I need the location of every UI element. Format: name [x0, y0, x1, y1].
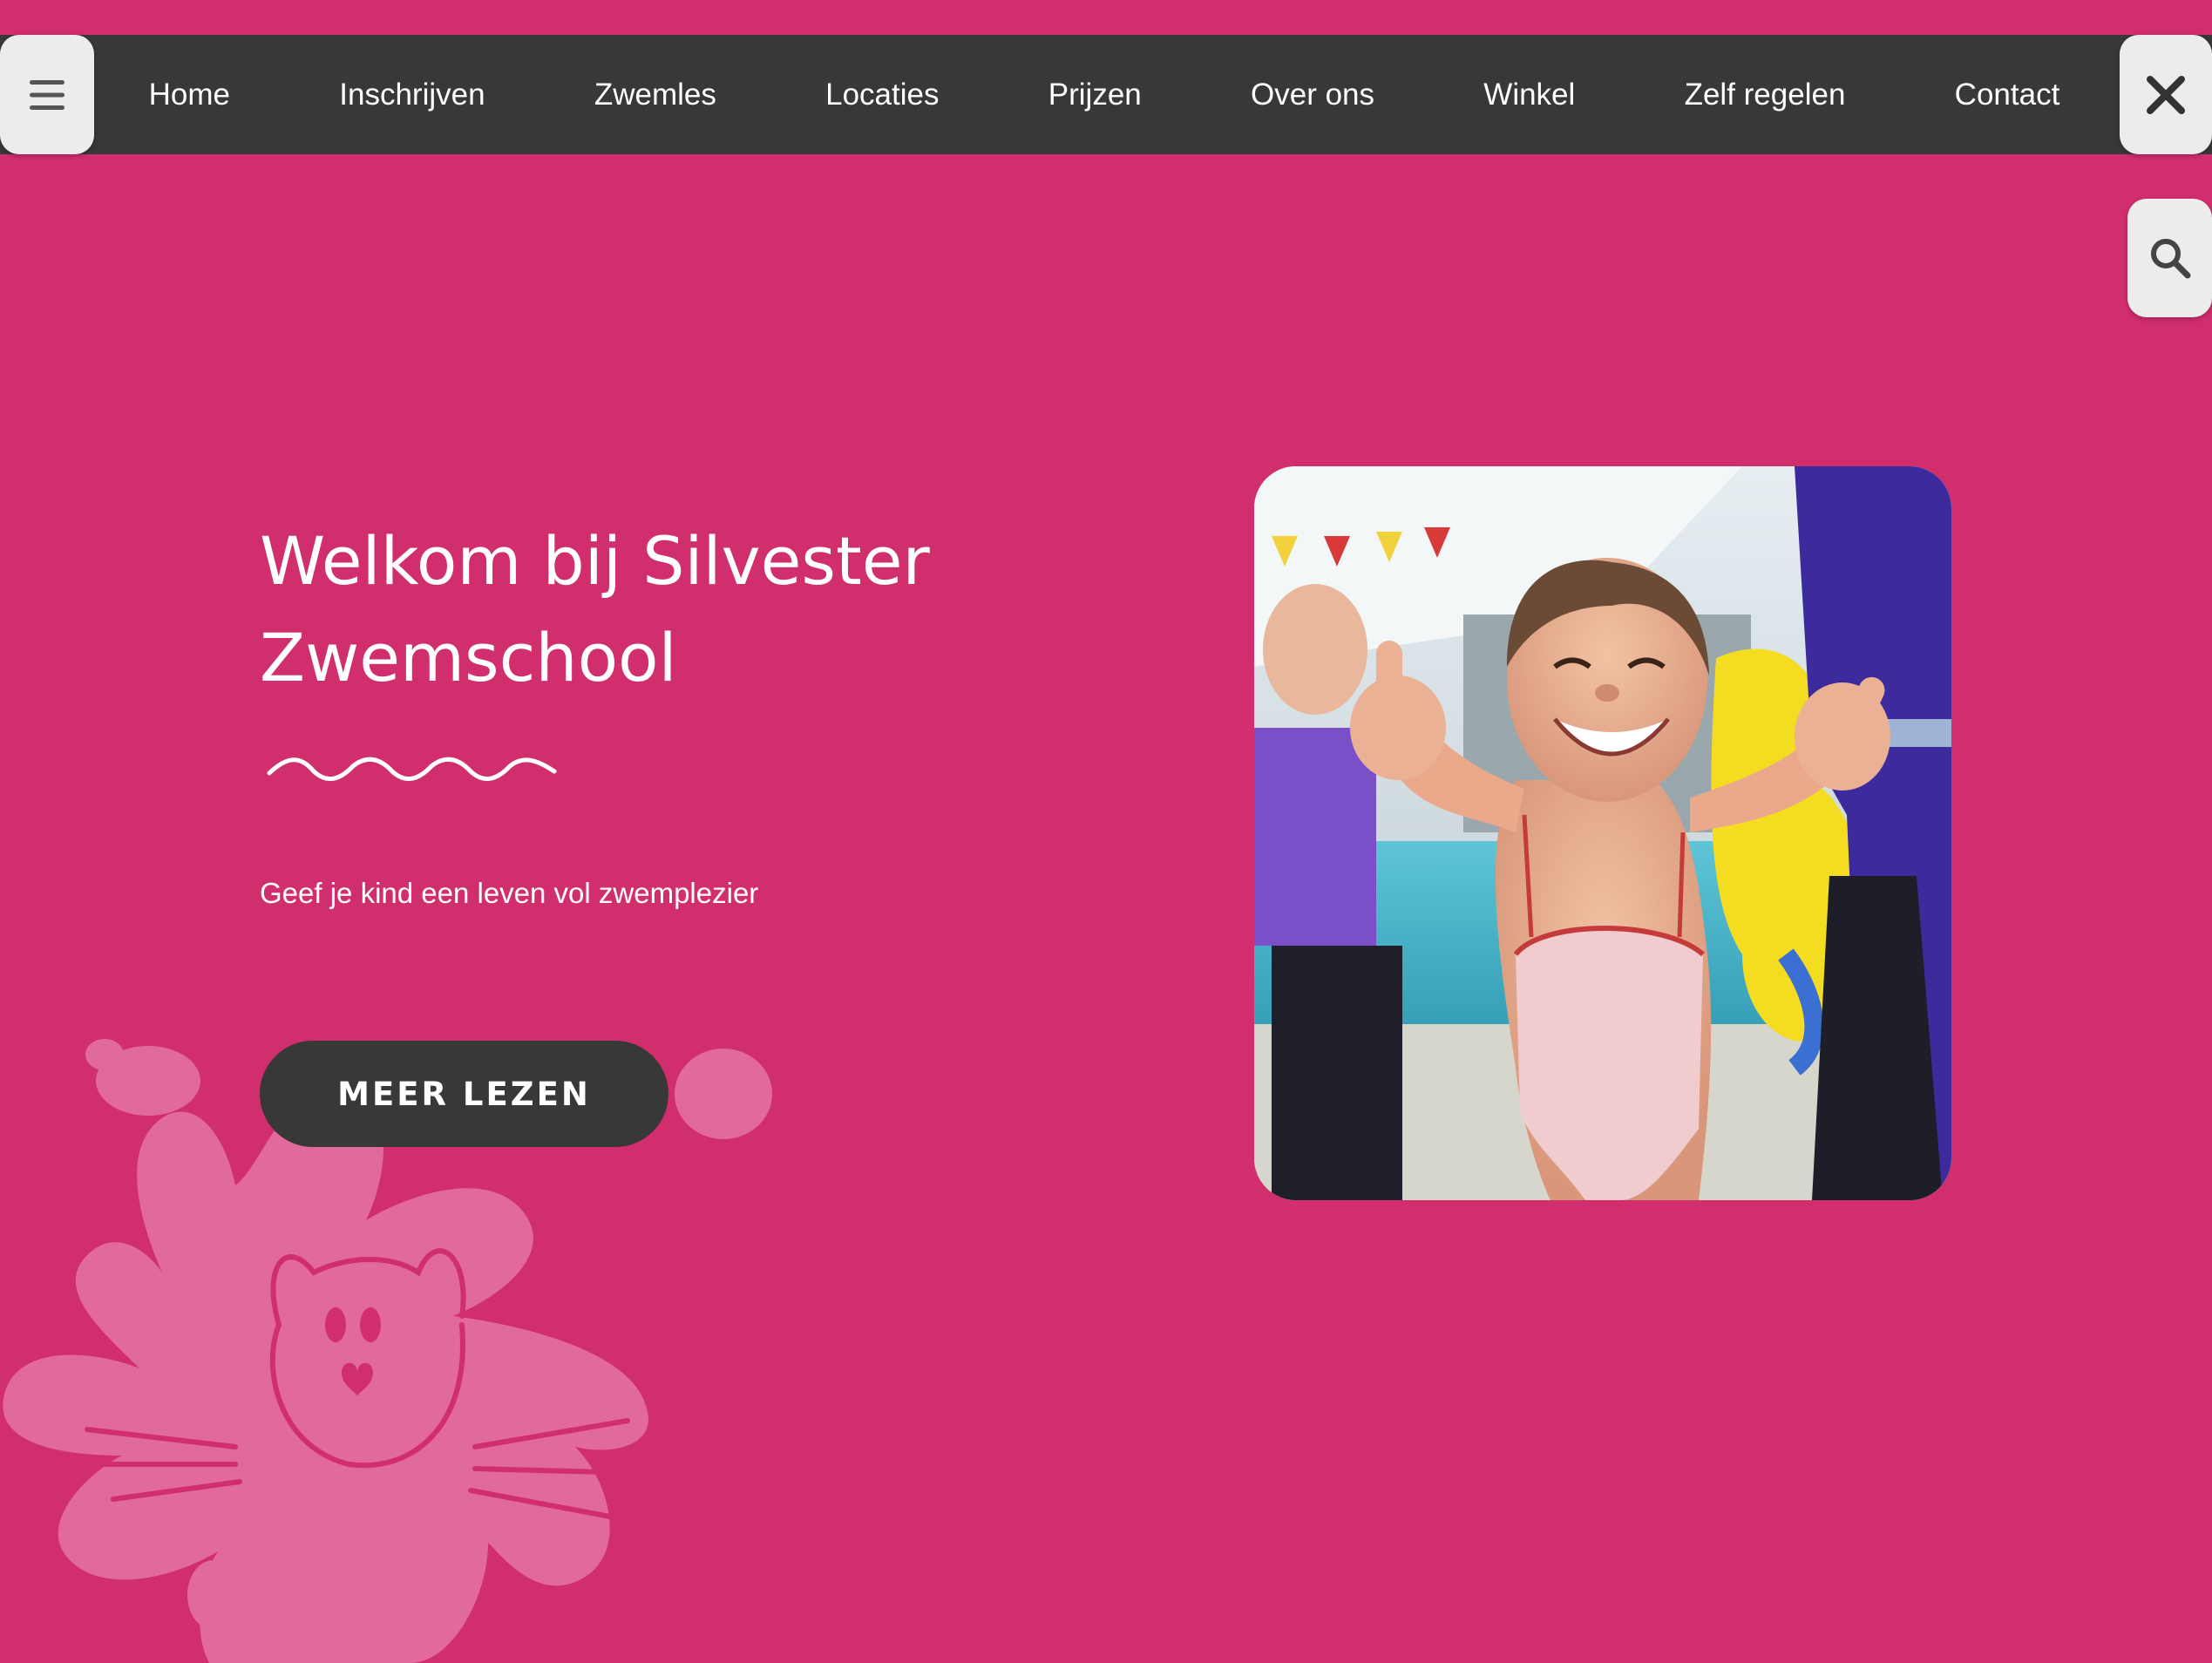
nav-item-inschrijven[interactable]: Inschrijven: [339, 78, 485, 112]
hamburger-menu-icon: [30, 79, 64, 110]
close-icon: [2147, 75, 2185, 114]
meer-lezen-button[interactable]: MEER LEZEN: [260, 1041, 668, 1147]
nav-item-zelf-regelen[interactable]: Zelf regelen: [1685, 78, 1846, 112]
hero-title-line-1: Welkom bij Silvester: [260, 522, 930, 600]
nav-list: Home Inschrijven Zwemles Locaties Prijze…: [94, 35, 2114, 154]
hero-tagline: Geef je kind een leven vol zwemplezier: [260, 877, 759, 909]
search-button[interactable]: [2127, 199, 2212, 317]
hero-title: Welkom bij Silvester Zwemschool: [260, 512, 974, 706]
nav-item-home[interactable]: Home: [149, 78, 230, 112]
menu-button[interactable]: [0, 35, 94, 154]
nav-item-locaties[interactable]: Locaties: [825, 78, 939, 112]
hero-photo: [1254, 466, 1951, 1200]
nav-item-winkel[interactable]: Winkel: [1483, 78, 1575, 112]
nav-item-zwemles[interactable]: Zwemles: [594, 78, 716, 112]
nav-item-over-ons[interactable]: Over ons: [1251, 78, 1374, 112]
main-navbar: Home Inschrijven Zwemles Locaties Prijze…: [0, 35, 2212, 154]
nav-item-prijzen[interactable]: Prijzen: [1048, 78, 1142, 112]
hero-title-line-2: Zwemschool: [260, 619, 677, 696]
close-button[interactable]: [2120, 35, 2212, 154]
child-swimming-photo: [1254, 466, 1951, 1200]
search-icon: [2150, 239, 2190, 279]
nav-item-contact[interactable]: Contact: [1955, 78, 2060, 112]
wave-divider-icon: [267, 757, 557, 781]
